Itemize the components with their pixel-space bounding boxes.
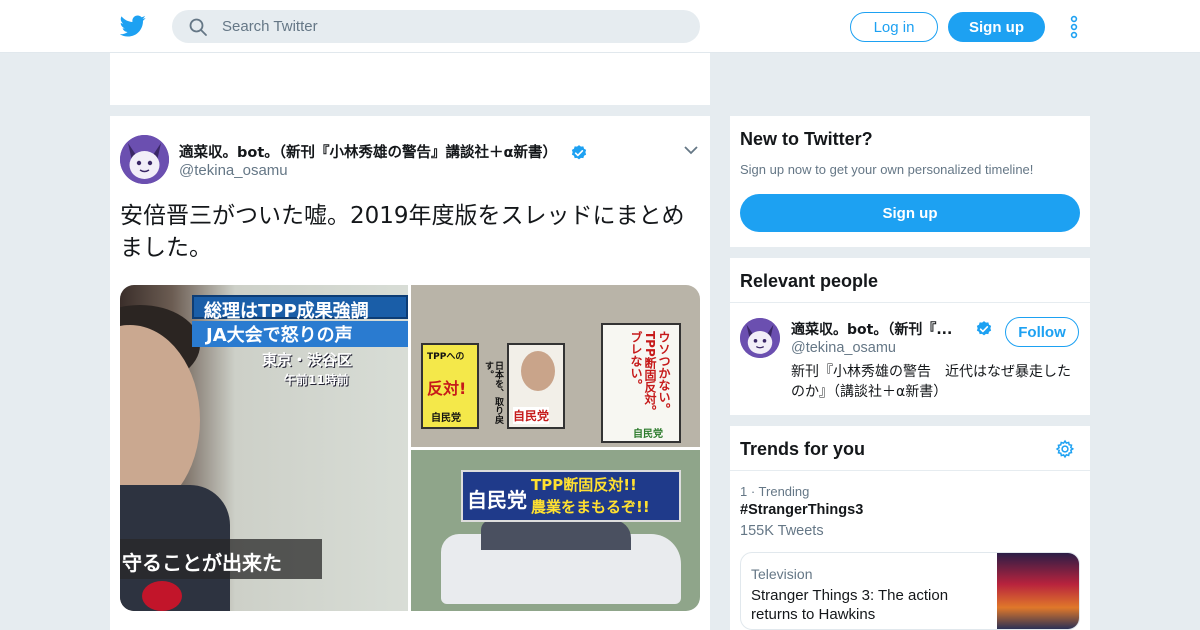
divider	[730, 470, 1090, 471]
relevant-person-handle[interactable]: @tekina_osamu	[791, 340, 896, 356]
avatar-illustration	[120, 135, 169, 184]
car-window-shape	[481, 520, 631, 550]
tweet-card[interactable]: 適菜収。bot。（新刊『小林秀雄の警告』講談社＋α新書） @tekina_osa…	[110, 116, 710, 630]
trend-news-card[interactable]: Television Stranger Things 3: The action…	[740, 552, 1080, 630]
relevant-person-avatar[interactable]	[740, 318, 780, 358]
banner-right-line2: 農業をまもるぞ!!	[531, 498, 650, 516]
poster-right: ウソつかない。TPP断固反対。ブレない。 自民党	[601, 323, 681, 443]
tweet-text: 安倍晋三がついた嘘。2019年度版をスレッドにまとめました。	[120, 203, 685, 261]
relevant-person-name[interactable]: 適菜収。bot。（新刊『...	[791, 319, 952, 339]
verified-badge-icon	[976, 321, 992, 336]
search-bar[interactable]	[172, 10, 700, 43]
banner-left-text: 自民党	[467, 488, 527, 512]
relevant-person-bio: 新刊『小林秀雄の警告 近代はなぜ暴走したのか』（講談社＋α新書）	[791, 364, 1071, 400]
trend-meta: 1 · Trending	[740, 484, 810, 499]
sidebar-signup-button[interactable]: Sign up	[740, 194, 1080, 232]
news-subtitle: 守ることが出来た	[120, 539, 322, 579]
news-caption-line1: 総理はTPP成果強調	[192, 295, 408, 322]
poster-left-bottom-text: 自民党	[431, 413, 461, 424]
login-button[interactable]: Log in	[850, 12, 938, 42]
trend-hashtag[interactable]: #StrangerThings3	[740, 502, 863, 518]
poster-middle: 日本を、取り戻す。 自民党	[483, 343, 565, 429]
more-options-icon[interactable]	[1066, 15, 1082, 39]
tweet-author-name[interactable]: 適菜収。bot。（新刊『小林秀雄の警告』講談社＋α新書）	[179, 141, 557, 162]
media-image-campaign-car[interactable]: 自民党 TPP断固反対!! 農業をまもるぞ!!	[411, 450, 700, 611]
poster-middle-side-text: 日本を、取り戻す。	[483, 361, 503, 424]
banner-right-line1: TPP断固反対!!	[531, 476, 637, 494]
poster-left: TPPへの 反対! 自民党	[421, 343, 479, 429]
news-time: 午前11時前	[284, 373, 349, 387]
signup-button[interactable]: Sign up	[948, 12, 1045, 42]
news-thumbnail[interactable]	[997, 553, 1079, 629]
avatar-illustration	[740, 318, 780, 358]
verified-badge-icon	[571, 145, 587, 160]
chevron-down-icon[interactable]	[683, 144, 699, 156]
poster-middle-text: 自民党	[513, 407, 550, 424]
poster-right-bottom-text: 自民党	[633, 429, 663, 440]
new-to-twitter-card: New to Twitter? Sign up now to get your …	[730, 116, 1090, 247]
tweet-media-grid[interactable]: 総理はTPP成果強調 JA大会で怒りの声 東京・渋谷区 午前11時前 守ることが…	[120, 285, 700, 611]
news-category: Television	[751, 566, 813, 582]
relevant-people-card: Relevant people 適菜収。bot。（新刊『... @tekina_…	[730, 258, 1090, 415]
divider	[730, 302, 1090, 303]
news-title[interactable]: Stranger Things 3: The action returns to…	[751, 586, 981, 624]
poster-left-top-text: TPPへの	[427, 352, 465, 362]
top-navigation-bar: Log in Sign up	[0, 0, 1200, 53]
poster-right-main-text: ウソつかない。TPP断固反対。ブレない。	[629, 331, 671, 417]
search-input[interactable]	[222, 10, 682, 43]
trend-tweet-count: 155K Tweets	[740, 523, 824, 539]
trends-card: Trends for you 1 · Trending #StrangerThi…	[730, 426, 1090, 630]
poster-left-main-text: 反対!	[427, 379, 467, 398]
relevant-people-title: Relevant people	[740, 271, 879, 291]
news-location: 東京・渋谷区	[262, 351, 353, 369]
tweet-author-handle[interactable]: @tekina_osamu	[179, 162, 288, 179]
gear-icon[interactable]	[1055, 439, 1075, 459]
timeline-header-card	[110, 53, 710, 105]
new-to-twitter-subtitle: Sign up now to get your own personalized…	[740, 162, 1034, 177]
new-to-twitter-title: New to Twitter?	[740, 129, 873, 149]
avatar[interactable]	[120, 135, 169, 184]
rosette-shape	[142, 581, 182, 611]
search-icon	[189, 18, 207, 36]
follow-button[interactable]: Follow	[1005, 317, 1079, 347]
media-image-posters[interactable]: TPPへの 反対! 自民党 日本を、取り戻す。 自民党 ウソつかない。TPP断固…	[411, 285, 700, 447]
trends-title: Trends for you	[740, 439, 866, 459]
twitter-bird-icon[interactable]	[120, 13, 146, 39]
media-image-news-broadcast[interactable]: 総理はTPP成果強調 JA大会で怒りの声 東京・渋谷区 午前11時前 守ることが…	[120, 285, 408, 611]
portrait-shape	[521, 351, 555, 391]
news-caption-line2: JA大会で怒りの声	[192, 321, 408, 347]
